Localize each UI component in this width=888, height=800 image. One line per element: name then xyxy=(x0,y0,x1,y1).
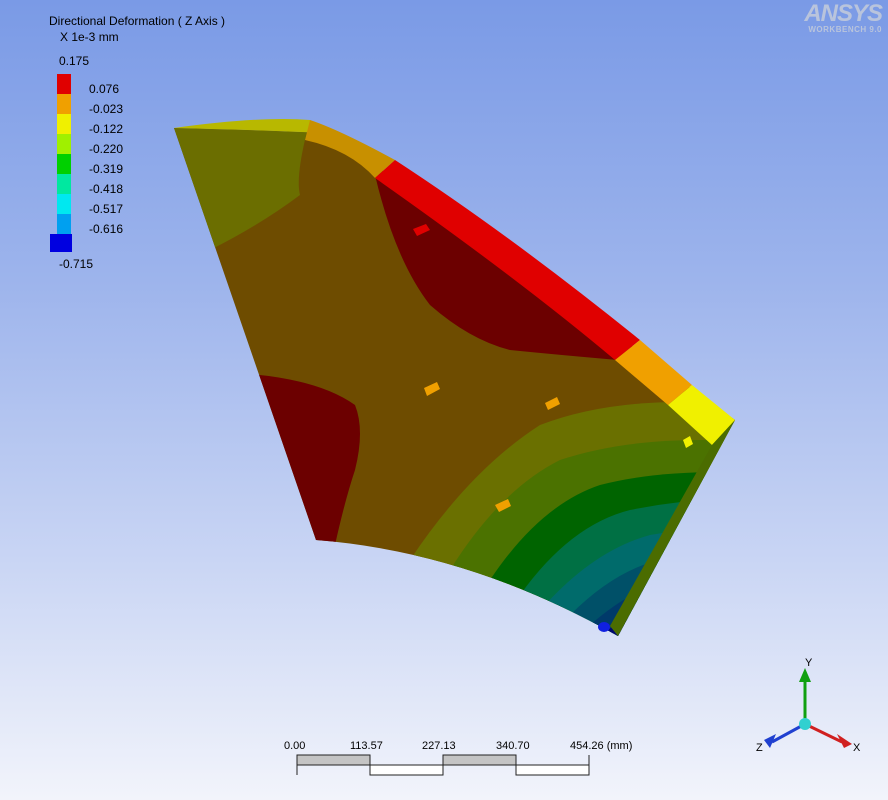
axis-label-y: Y xyxy=(805,657,813,669)
axis-label-x: X xyxy=(853,742,861,754)
scale-label: 340.70 xyxy=(496,740,530,752)
scale-label: 0.00 xyxy=(284,740,306,752)
scale-label: 113.57 xyxy=(350,740,383,752)
scale-ruler xyxy=(296,754,590,776)
graphics-viewport[interactable]: Directional Deformation ( Z Axis ) X 1e-… xyxy=(0,0,888,800)
scale-label: 227.13 xyxy=(422,740,456,752)
axis-triad[interactable]: Y X Z xyxy=(750,652,870,762)
axis-label-z: Z xyxy=(756,742,763,754)
scale-label: 454.26 (mm) xyxy=(570,740,633,752)
support-marker xyxy=(598,622,610,632)
